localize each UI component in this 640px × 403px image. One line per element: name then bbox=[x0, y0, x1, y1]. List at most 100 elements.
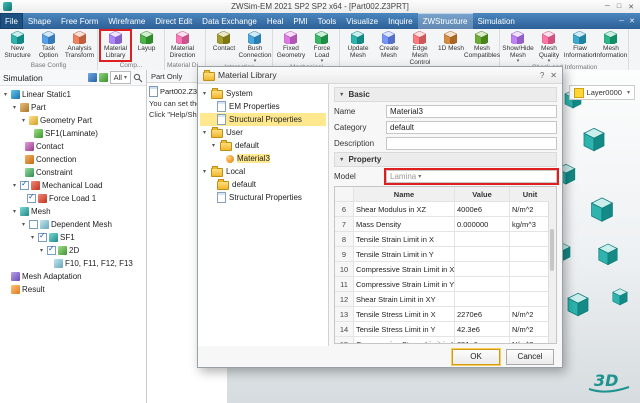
table-scrollbar[interactable] bbox=[548, 201, 556, 343]
tree-item-contact[interactable]: Contact bbox=[0, 140, 146, 153]
expander-icon[interactable] bbox=[201, 129, 208, 136]
expander-icon[interactable] bbox=[29, 234, 36, 241]
expander-icon[interactable] bbox=[38, 247, 45, 254]
description-field[interactable] bbox=[386, 137, 557, 150]
mdi-close-button[interactable]: ✕ bbox=[629, 17, 635, 25]
table-row[interactable]: 11Compressive Strain Limit in Y bbox=[335, 277, 556, 292]
tree-item-local-structural-properties[interactable]: Structural Properties bbox=[200, 191, 326, 204]
tree-item-linear-static1[interactable]: Linear Static1 bbox=[0, 88, 146, 101]
tree-item-local[interactable]: Local bbox=[200, 165, 326, 178]
tab-pmi[interactable]: PMI bbox=[288, 13, 312, 29]
material-direction-button[interactable]: Material Direction bbox=[167, 30, 198, 61]
table-row[interactable]: 10Compressive Strain Limit in X bbox=[335, 262, 556, 277]
tab-free-form[interactable]: Free Form bbox=[56, 13, 103, 29]
expander-icon[interactable] bbox=[11, 104, 18, 111]
tree-item-user-default[interactable]: default bbox=[200, 139, 326, 152]
checkbox-checked[interactable] bbox=[27, 194, 36, 203]
tab-simulation[interactable]: Simulation bbox=[473, 13, 520, 29]
edge-mesh-control-button[interactable]: Edge Mesh Control bbox=[404, 30, 435, 70]
expander-icon[interactable] bbox=[210, 142, 217, 149]
maximize-button[interactable]: □ bbox=[617, 3, 621, 11]
tree-item-constraint[interactable]: Constraint bbox=[0, 166, 146, 179]
section-property[interactable]: Property bbox=[334, 152, 557, 167]
mesh-quality-button[interactable]: Mesh Quality bbox=[533, 30, 564, 63]
table-row[interactable]: 8Tensile Strain Limit in X bbox=[335, 232, 556, 247]
search-icon[interactable] bbox=[133, 73, 143, 83]
mesh-information-button[interactable]: Mesh Information bbox=[595, 30, 626, 63]
table-row[interactable]: 9Tensile Strain Limit in Y bbox=[335, 247, 556, 262]
expander-icon[interactable] bbox=[2, 91, 9, 98]
bush-connection-button[interactable]: Bush Connection bbox=[239, 30, 270, 63]
table-row[interactable]: 6Shear Modulus in XZ4000e6N/m^2 bbox=[335, 202, 556, 217]
1d-mesh-button[interactable]: 1D Mesh bbox=[435, 30, 466, 70]
force-load-button[interactable]: Force Load bbox=[306, 30, 337, 63]
create-mesh-button[interactable]: Create Mesh bbox=[373, 30, 404, 70]
tab-inquire[interactable]: Inquire bbox=[383, 13, 417, 29]
tree-item-system[interactable]: System bbox=[200, 87, 326, 100]
flaw-information-button[interactable]: Flaw Information bbox=[564, 30, 595, 63]
tree-item-dependent-mesh[interactable]: Dependent Mesh bbox=[0, 218, 146, 231]
tab-wireframe[interactable]: Wireframe bbox=[103, 13, 150, 29]
table-row[interactable]: 15Compressive Stress Limit in X851e6N/m^… bbox=[335, 337, 556, 344]
tab-shape[interactable]: Shape bbox=[23, 13, 56, 29]
layer-dropdown[interactable]: Layer0000 bbox=[569, 85, 635, 100]
expander-icon[interactable] bbox=[11, 208, 18, 215]
tab-zwstructure[interactable]: ZWStructure bbox=[418, 13, 473, 29]
table-row[interactable]: 14Tensile Stress Limit in Y42.3e6N/m^2 bbox=[335, 322, 556, 337]
checkbox-checked[interactable] bbox=[20, 181, 29, 190]
tree-item-em-properties[interactable]: EM Properties bbox=[200, 100, 326, 113]
tab-direct-edit[interactable]: Direct Edit bbox=[150, 13, 197, 29]
tree-item-material3[interactable]: Material3 bbox=[200, 152, 326, 165]
refresh-icon[interactable] bbox=[99, 73, 108, 82]
tab-data-exchange[interactable]: Data Exchange bbox=[197, 13, 262, 29]
task-option-button[interactable]: Task Option bbox=[33, 30, 64, 61]
filter-icon[interactable] bbox=[88, 73, 97, 82]
tree-item-force-load1[interactable]: Force Load 1 bbox=[0, 192, 146, 205]
tree-item-mesh[interactable]: Mesh bbox=[0, 205, 146, 218]
ok-button[interactable]: OK bbox=[452, 349, 500, 365]
table-row[interactable]: 13Tensile Stress Limit in X2270e6N/m^2 bbox=[335, 307, 556, 322]
tab-tools[interactable]: Tools bbox=[313, 13, 342, 29]
tab-file[interactable]: File bbox=[0, 13, 23, 29]
expander-icon[interactable] bbox=[11, 182, 18, 189]
tree-item-sf1-laminate[interactable]: SF1(Laminate) bbox=[0, 127, 146, 140]
checkbox-checked[interactable] bbox=[38, 233, 47, 242]
tree-item-local-default[interactable]: default bbox=[200, 178, 326, 191]
filter-all-dropdown[interactable]: All bbox=[110, 71, 131, 84]
new-structure-button[interactable]: New Structure bbox=[2, 30, 33, 61]
tree-item-connection[interactable]: Connection bbox=[0, 153, 146, 166]
table-row[interactable]: 12Shear Strain Limit in XY bbox=[335, 292, 556, 307]
layup-button[interactable]: Layup bbox=[131, 30, 162, 61]
scroll-thumb[interactable] bbox=[550, 229, 554, 271]
expander-icon[interactable] bbox=[20, 117, 27, 124]
fixed-geometry-button[interactable]: Fixed Geometry bbox=[275, 30, 306, 63]
dialog-help-button[interactable]: ? bbox=[540, 71, 544, 80]
tree-item-mesh-adaptation[interactable]: Mesh Adaptation bbox=[0, 270, 146, 283]
mesh-compatibles-button[interactable]: Mesh Compatibles bbox=[466, 30, 497, 70]
tree-item-mechanical-load[interactable]: Mechanical Load bbox=[0, 179, 146, 192]
section-basic[interactable]: Basic bbox=[334, 87, 557, 102]
tree-item-2d[interactable]: 2D bbox=[0, 244, 146, 257]
tree-item-user[interactable]: User bbox=[200, 126, 326, 139]
checkbox-unchecked[interactable] bbox=[29, 220, 38, 229]
analysis-transform-button[interactable]: Analysis Transform bbox=[64, 30, 95, 61]
tree-item-geometry-part[interactable]: Geometry Part bbox=[0, 114, 146, 127]
dialog-title-bar[interactable]: Material Library ? ✕ bbox=[198, 67, 562, 84]
mdi-minimize-button[interactable]: ─ bbox=[619, 18, 624, 25]
tree-item-faces[interactable]: F10, F11, F12, F13 bbox=[0, 257, 146, 270]
update-mesh-button[interactable]: Update Mesh bbox=[342, 30, 373, 70]
tree-item-structural-properties[interactable]: Structural Properties bbox=[200, 113, 326, 126]
expander-icon[interactable] bbox=[201, 90, 208, 97]
table-row[interactable]: 7Mass Density0.000000kg/m^3 bbox=[335, 217, 556, 232]
dialog-close-button[interactable]: ✕ bbox=[550, 71, 557, 80]
contact-button[interactable]: Contact bbox=[208, 30, 239, 63]
category-field[interactable]: default bbox=[386, 121, 557, 134]
tree-item-result[interactable]: Result bbox=[0, 283, 146, 296]
checkbox-checked[interactable] bbox=[47, 246, 56, 255]
close-button[interactable]: ✕ bbox=[628, 3, 634, 11]
tab-heal[interactable]: Heal bbox=[262, 13, 288, 29]
model-dropdown[interactable]: Lamina bbox=[386, 170, 557, 183]
tree-item-part[interactable]: Part bbox=[0, 101, 146, 114]
cancel-button[interactable]: Cancel bbox=[506, 349, 554, 365]
tab-visualize[interactable]: Visualize bbox=[341, 13, 383, 29]
